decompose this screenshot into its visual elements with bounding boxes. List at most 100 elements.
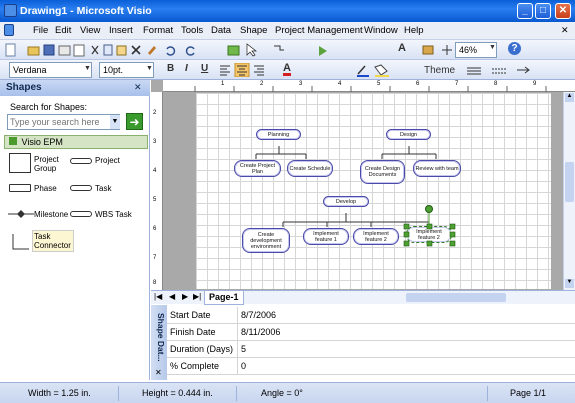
scroll-up-icon[interactable]: ▲ <box>565 93 574 102</box>
selection-handles[interactable] <box>401 203 461 253</box>
drawing-page[interactable]: Planning Design Create Project Plan Crea… <box>196 93 551 289</box>
node-label: Create Schedule <box>289 165 331 172</box>
vertical-scroll-thumb[interactable] <box>565 162 574 202</box>
search-go-button[interactable]: ➜ <box>126 113 143 130</box>
document-close-icon[interactable]: ✕ <box>561 25 569 36</box>
shape-data-row[interactable]: % Complete 0 <box>167 358 575 375</box>
stencil-visio-epm[interactable]: Visio EPM <box>4 135 148 149</box>
menu-tools[interactable]: Tools <box>181 25 203 36</box>
shape-data-value[interactable]: 8/7/2006 <box>241 310 276 320</box>
ruler-v-label: 5 <box>153 197 157 203</box>
italic-button[interactable]: I <box>185 63 188 77</box>
prev-page-icon[interactable]: ◀ <box>169 292 175 301</box>
shapes-close-icon[interactable]: ✕ <box>134 82 142 93</box>
shape-wbs-task[interactable]: WBS Task <box>70 208 145 223</box>
pan-zoom-icon[interactable] <box>440 44 454 56</box>
diagram-node-create-development-environment[interactable]: Create development environment <box>242 228 290 253</box>
shape-project-group[interactable]: Project Group <box>6 153 71 183</box>
diagram-node-review-with-team[interactable]: Review with team <box>413 160 461 177</box>
size-dropdown-icon[interactable]: ▼ <box>146 65 153 79</box>
minimize-button[interactable]: _ <box>517 3 533 19</box>
next-page-icon[interactable]: ▶ <box>182 292 188 301</box>
menu-project-management[interactable]: Project Management <box>275 25 363 36</box>
node-label: Create Project Plan <box>239 162 276 175</box>
font-dropdown-icon[interactable]: ▼ <box>84 65 91 79</box>
maximize-button[interactable]: □ <box>535 3 551 19</box>
shape-data-key: Duration (Days) <box>170 344 234 354</box>
status-width: Width = 1.25 in. <box>28 388 91 398</box>
diagram-node-design[interactable]: Design <box>386 129 431 140</box>
zoom-dropdown-icon[interactable]: ▼ <box>489 44 496 58</box>
shape-label: WBS Task <box>95 210 132 219</box>
node-label: Design <box>399 131 418 138</box>
shape-data-row[interactable]: Start Date 8/7/2006 <box>167 307 575 324</box>
shape-label: Project Group <box>34 155 59 173</box>
vertical-scrollbar[interactable]: ▲ ▼ <box>563 92 575 290</box>
theme-button[interactable]: Theme <box>424 65 455 79</box>
diagram-node-create-design-documents[interactable]: Create Design Documents <box>360 160 405 184</box>
menu-help[interactable]: Help <box>404 25 424 36</box>
node-label: Implement feature 1 <box>313 230 339 243</box>
menu-window[interactable]: Window <box>364 25 398 36</box>
close-button[interactable]: ✕ <box>555 3 571 19</box>
shape-data-value[interactable]: 5 <box>241 344 246 354</box>
line-fill-icons[interactable] <box>355 63 395 77</box>
menu-format[interactable]: Format <box>143 25 173 36</box>
bold-button[interactable]: B <box>167 63 174 77</box>
shape-data-key: % Complete <box>170 361 220 371</box>
last-page-icon[interactable]: ▶| <box>193 292 201 301</box>
status-height: Height = 0.444 in. <box>142 388 213 398</box>
diagram-node-planning[interactable]: Planning <box>256 129 301 140</box>
font-combo[interactable]: Verdana <box>9 62 92 78</box>
menu-data[interactable]: Data <box>211 25 231 36</box>
node-label: Implement feature 2 <box>363 230 389 243</box>
ruler-v-label: 8 <box>153 280 157 286</box>
shape-data-value[interactable]: 0 <box>241 361 246 371</box>
diagram-node-create-schedule[interactable]: Create Schedule <box>287 160 333 177</box>
menu-shape[interactable]: Shape <box>240 25 267 36</box>
search-shapes-input[interactable] <box>7 114 120 130</box>
text-tool[interactable]: A <box>398 42 406 56</box>
font-color-button[interactable]: A <box>283 62 291 76</box>
connector-tool-icon[interactable] <box>421 44 437 56</box>
ruler-h-label: 3 <box>299 81 303 87</box>
shape-data-row[interactable]: Finish Date 8/11/2006 <box>167 324 575 341</box>
diagram-node-create-project-plan[interactable]: Create Project Plan <box>234 160 281 177</box>
ruler-h-label: 8 <box>494 81 498 87</box>
ruler-v-label: 4 <box>153 168 157 174</box>
search-dropdown-icon[interactable]: ▼ <box>110 115 120 129</box>
diagram-node-implement-feature-1[interactable]: Implement feature 1 <box>303 228 349 245</box>
shape-milestone[interactable]: Milestone <box>6 208 71 223</box>
diagram-node-develop[interactable]: Develop <box>323 196 369 207</box>
shape-data-close-icon[interactable]: ✕ <box>155 368 162 377</box>
project-icon <box>70 158 92 164</box>
shape-phase[interactable]: Phase <box>6 182 71 197</box>
scroll-down-icon[interactable]: ▼ <box>565 279 574 288</box>
first-page-icon[interactable]: |◀ <box>154 292 162 301</box>
help-icon[interactable]: ? <box>508 42 521 55</box>
underline-button[interactable]: U <box>201 63 208 77</box>
menu-insert[interactable]: Insert <box>109 25 133 36</box>
shape-task[interactable]: Task <box>70 182 145 197</box>
menu-view[interactable]: View <box>80 25 100 36</box>
visio-app-icon[interactable] <box>4 4 17 17</box>
horizontal-scroll-thumb[interactable] <box>406 293 506 302</box>
tab-page-1[interactable]: Page-1 <box>204 291 244 305</box>
ruler-v-label: 2 <box>153 110 157 116</box>
menu-file[interactable]: File <box>33 25 48 36</box>
shape-task-connector[interactable]: Task Connector <box>6 230 86 254</box>
shape-data-window: Shape Dat... ✕ Start Date 8/7/2006 Finis… <box>151 305 575 380</box>
menu-edit[interactable]: Edit <box>55 25 71 36</box>
shape-data-value[interactable]: 8/11/2006 <box>241 327 280 337</box>
standard-toolbar: A 46% ▼ ? <box>0 40 575 60</box>
shape-data-row[interactable]: Duration (Days) 5 <box>167 341 575 358</box>
alignment-icons[interactable] <box>218 63 276 77</box>
node-label: Review with team <box>415 165 459 172</box>
shape-project[interactable]: Project <box>70 156 145 171</box>
horizontal-ruler: 1 2 3 4 5 6 7 8 9 <box>163 80 575 92</box>
status-page: Page 1/1 <box>510 388 547 398</box>
diagram-node-implement-feature-2[interactable]: Implement feature 2 <box>353 228 399 245</box>
document-icon[interactable] <box>4 24 14 36</box>
line-style-icons[interactable] <box>465 64 545 76</box>
shape-data-title: Shape Dat... <box>156 313 166 362</box>
